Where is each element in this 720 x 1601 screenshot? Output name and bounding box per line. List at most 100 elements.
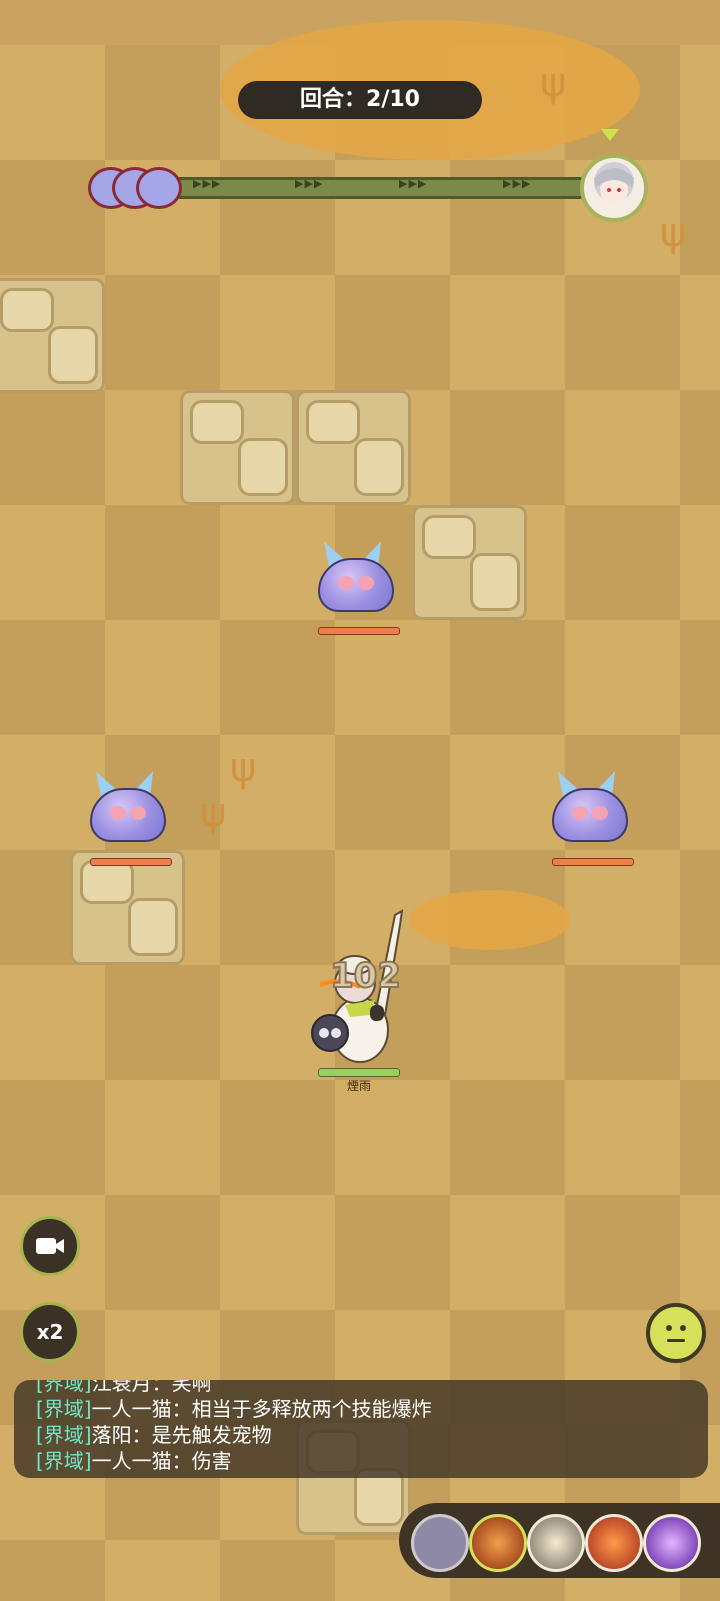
- boss-marker-icon: [601, 129, 619, 141]
- chat-text: 一人一猫：伤害: [91, 1449, 232, 1473]
- slash-skill-icon[interactable]: [527, 1514, 585, 1572]
- enemy-hp-bar: [552, 858, 634, 866]
- board-tile: [450, 390, 565, 505]
- board-tile: [0, 160, 105, 275]
- board-tile: [335, 735, 450, 850]
- board-tile: [680, 620, 720, 735]
- board-tile: [335, 275, 450, 390]
- speed-x2-button[interactable]: x2: [20, 1302, 80, 1362]
- neutral-face-icon: [666, 1325, 686, 1342]
- replay-camera-button[interactable]: [20, 1216, 80, 1276]
- board-tile: [335, 1080, 450, 1195]
- board-tile: [565, 1080, 680, 1195]
- board-tile: [450, 1195, 565, 1310]
- enemy-hp-bar: [90, 858, 172, 866]
- board-tile: [450, 275, 565, 390]
- round-counter: 回合：2/10: [238, 81, 482, 119]
- world-chat-panel[interactable]: [界域]江衰月：笑啊 [界域]一人一猫：相当于多释放两个技能爆炸 [界域]落阳：…: [14, 1380, 708, 1478]
- board-tile: [0, 1080, 105, 1195]
- chat-message: [界域]落阳：是先触发宠物: [36, 1422, 686, 1448]
- rock-obstacle: [180, 390, 295, 505]
- board-tile: [105, 45, 220, 160]
- board-tile: [680, 735, 720, 850]
- board-tile: [105, 505, 220, 620]
- enemy-hp-bar: [318, 627, 400, 635]
- damage-number: 102: [329, 955, 402, 997]
- chat-channel: [界域]: [36, 1397, 92, 1421]
- emoji-button[interactable]: [646, 1303, 706, 1363]
- wave-progress-bar: ▶▶▶ ▶▶▶ ▶▶▶ ▶▶▶: [170, 177, 588, 199]
- board-tile: [680, 390, 720, 505]
- progress-arrows: ▶▶▶: [295, 177, 324, 190]
- board-tile: [450, 620, 565, 735]
- slime-enemy[interactable]: [86, 767, 166, 842]
- board-tile: [680, 1080, 720, 1195]
- board-tile: [105, 1540, 220, 1601]
- chat-text: 落阳：是先触发宠物: [91, 1423, 272, 1447]
- slime-body: [90, 788, 166, 842]
- board-tile: [335, 620, 450, 735]
- chat-message: [界域]江衰月：笑啊: [36, 1380, 686, 1396]
- board-tile: [220, 275, 335, 390]
- board-tile: [680, 1195, 720, 1310]
- chat-text: 一人一猫：相当于多释放两个技能爆炸: [91, 1397, 432, 1421]
- board-tile: [220, 620, 335, 735]
- grass-tuft: ψ: [540, 60, 567, 106]
- board-tile: [0, 965, 105, 1080]
- board-tile: [565, 505, 680, 620]
- board-tile: [105, 1195, 220, 1310]
- slime-eye: [130, 806, 146, 820]
- chat-text: 江衰月：笑啊: [91, 1380, 212, 1395]
- board-tile: [680, 850, 720, 965]
- hero-hp-bar: [318, 1068, 400, 1077]
- board-tile: [220, 1540, 335, 1601]
- rock-obstacle: [296, 390, 411, 505]
- grass-tuft: ψ: [660, 210, 687, 256]
- rock-obstacle: [0, 278, 105, 393]
- slime-eye: [592, 806, 608, 820]
- board-tile: [565, 275, 680, 390]
- slime-body: [552, 788, 628, 842]
- slime-eye: [110, 806, 126, 820]
- void-skill-icon[interactable]: [643, 1514, 701, 1572]
- board-tile: [335, 1195, 450, 1310]
- slime-enemy[interactable]: [548, 767, 628, 842]
- skill-bar: [399, 1503, 720, 1578]
- board-tile: [680, 505, 720, 620]
- board-tile: [220, 1080, 335, 1195]
- flame-burst-skill-icon[interactable]: [585, 1514, 643, 1572]
- slime-eye: [358, 576, 374, 590]
- chat-channel: [界域]: [36, 1423, 92, 1447]
- board-tile: [0, 505, 105, 620]
- board-tile: [680, 965, 720, 1080]
- chat-channel: [界域]: [36, 1380, 92, 1395]
- board-tile: [0, 45, 105, 160]
- board-tile: [565, 620, 680, 735]
- board-tile: [0, 390, 105, 505]
- progress-arrows: ▶▶▶: [503, 177, 532, 190]
- fire-skill-icon[interactable]: [469, 1514, 527, 1572]
- progress-arrows: ▶▶▶: [399, 177, 428, 190]
- board-tile: [0, 1540, 105, 1601]
- enemy-wave-icon: [136, 167, 182, 209]
- board-tile: [565, 850, 680, 965]
- sand-puddle: [410, 890, 570, 950]
- grass-tuft: ψ: [200, 790, 227, 836]
- board-tile: [0, 620, 105, 735]
- board-tile: [680, 275, 720, 390]
- board-tile: [105, 1080, 220, 1195]
- board-tile: [220, 1195, 335, 1310]
- chat-message: [界域]一人一猫：相当于多释放两个技能爆炸: [36, 1396, 686, 1422]
- slime-eye: [338, 576, 354, 590]
- slime-enemy[interactable]: [314, 537, 394, 612]
- slime-body: [318, 558, 394, 612]
- hero-name-label: 煙雨: [346, 1079, 371, 1093]
- board-tile: [105, 965, 220, 1080]
- board-tile: [565, 390, 680, 505]
- rock-obstacle: [70, 850, 185, 965]
- board-tile: [565, 1195, 680, 1310]
- boss-portrait: [580, 154, 648, 222]
- grass-tuft: ψ: [230, 745, 257, 791]
- pet-skill-icon[interactable]: [411, 1514, 469, 1572]
- board-tile: [450, 1080, 565, 1195]
